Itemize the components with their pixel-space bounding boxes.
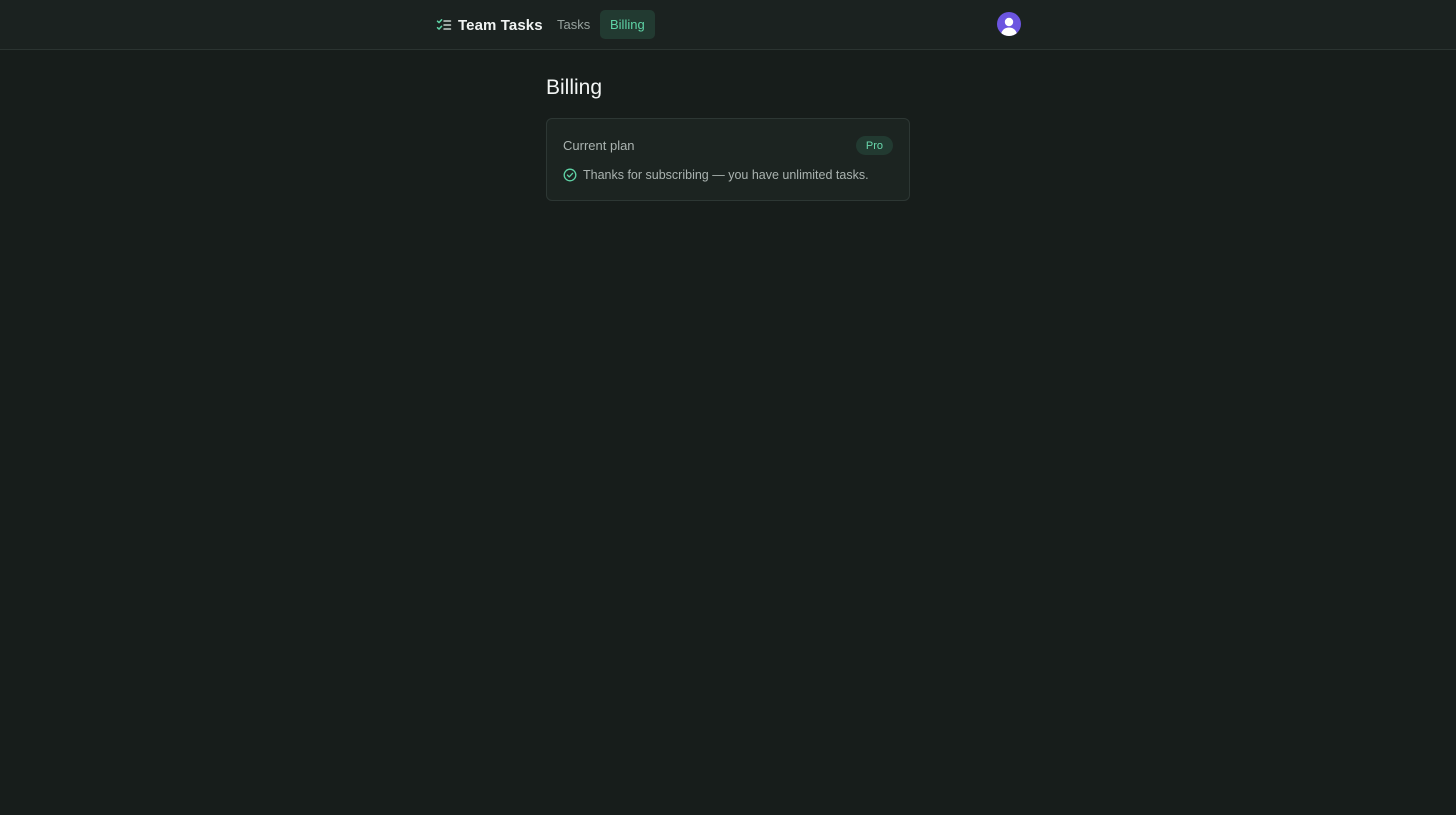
subscription-message: Thanks for subscribing — you have unlimi… bbox=[563, 168, 869, 182]
nav-tab-label: Tasks bbox=[557, 17, 591, 32]
check-circle-icon bbox=[563, 168, 577, 182]
current-plan-card: Current plan Pro Thanks for subscribing … bbox=[546, 118, 910, 201]
page-title: Billing bbox=[546, 76, 603, 99]
app-logo[interactable]: Team Tasks bbox=[436, 14, 543, 36]
user-avatar-icon bbox=[1000, 17, 1018, 36]
checklist-icon bbox=[436, 19, 452, 30]
nav-tab-tasks[interactable]: Tasks bbox=[547, 10, 600, 39]
user-avatar-button[interactable] bbox=[997, 12, 1021, 36]
app-name: Team Tasks bbox=[458, 16, 543, 34]
nav-tab-billing[interactable]: Billing bbox=[600, 10, 655, 39]
nav-tab-label: Billing bbox=[610, 17, 645, 32]
subscription-message-text: Thanks for subscribing — you have unlimi… bbox=[583, 168, 869, 182]
plan-badge: Pro bbox=[855, 136, 893, 155]
top-navbar: Team Tasks Tasks Billing bbox=[0, 0, 1456, 50]
current-plan-label: Current plan bbox=[563, 138, 635, 153]
